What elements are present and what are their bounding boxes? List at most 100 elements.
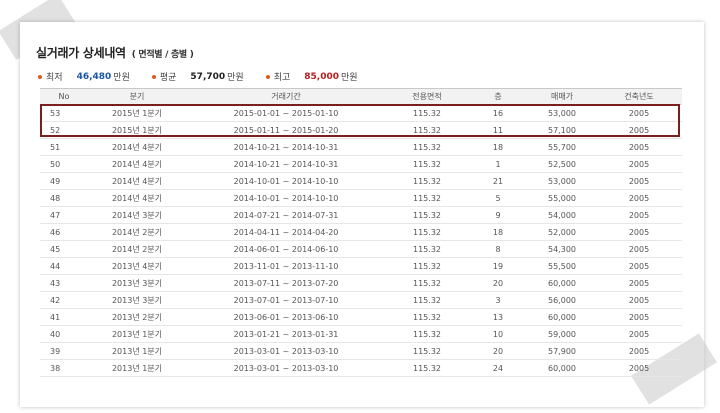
cell-price: 52,000	[528, 223, 596, 241]
cell-no: 46	[40, 223, 88, 241]
cell-area: 115.32	[386, 223, 468, 241]
cell-quarter: 2014년 2분기	[88, 240, 186, 258]
cell-period: 2013-06-01 ~ 2013-06-10	[186, 308, 386, 326]
table-row[interactable]: 48 2014년 4분기 2014-10-01 ~ 2014-10-10 115.32…	[40, 189, 682, 207]
cell-built-year: 2005	[596, 240, 682, 258]
cell-price: 55,000	[528, 189, 596, 207]
table-row[interactable]: 44 2013년 4분기 2013-11-01 ~ 2013-11-10 115.32…	[40, 257, 682, 275]
cell-price: 57,100	[528, 121, 596, 139]
cell-floor: 11	[468, 121, 528, 139]
cell-price: 60,000	[528, 308, 596, 326]
cell-no: 42	[40, 291, 88, 309]
table-row[interactable]: 46 2014년 2분기 2014-04-11 ~ 2014-04-20 115.32…	[40, 223, 682, 241]
cell-period: 2013-03-01 ~ 2013-03-10	[186, 359, 386, 377]
cell-built-year: 2005	[596, 104, 682, 122]
column-header-period[interactable]: 거래기간	[186, 88, 386, 105]
cell-no: 43	[40, 274, 88, 292]
stat-avg: 평균 57,700 만원	[151, 70, 244, 83]
column-header-quarter[interactable]: 분기	[88, 88, 186, 105]
cell-no: 40	[40, 325, 88, 343]
cell-area: 115.32	[386, 121, 468, 139]
cell-area: 115.32	[386, 206, 468, 224]
cell-period: 2014-10-21 ~ 2014-10-31	[186, 155, 386, 173]
cell-quarter: 2014년 4분기	[88, 172, 186, 190]
cell-floor: 16	[468, 104, 528, 122]
cell-area: 115.32	[386, 308, 468, 326]
column-header-no[interactable]: No	[40, 88, 88, 105]
cell-period: 2013-07-01 ~ 2013-07-10	[186, 291, 386, 309]
price-summary: 최저 46,480 만원 평균 57,700 만원 최고 85,000 만원	[38, 70, 380, 83]
column-header-area[interactable]: 전용면적	[386, 88, 468, 105]
cell-period: 2014-04-11 ~ 2014-04-20	[186, 223, 386, 241]
stat-min-value: 46,480	[76, 71, 112, 82]
table-row[interactable]: 42 2013년 3분기 2013-07-01 ~ 2013-07-10 115.32…	[40, 291, 682, 309]
cell-area: 115.32	[386, 257, 468, 275]
cell-floor: 18	[468, 223, 528, 241]
cell-quarter: 2013년 1분기	[88, 359, 186, 377]
cell-floor: 24	[468, 359, 528, 377]
table-row[interactable]: 41 2013년 2분기 2013-06-01 ~ 2013-06-10 115.32…	[40, 308, 682, 326]
column-header-built-year[interactable]: 건축년도	[596, 88, 682, 105]
cell-area: 115.32	[386, 104, 468, 122]
stat-avg-value: 57,700	[190, 71, 226, 82]
cell-period: 2014-10-01 ~ 2014-10-10	[186, 189, 386, 207]
cell-price: 60,000	[528, 274, 596, 292]
cell-built-year: 2005	[596, 291, 682, 309]
cell-price: 59,000	[528, 325, 596, 343]
cell-floor: 5	[468, 189, 528, 207]
cell-price: 55,700	[528, 138, 596, 156]
cell-price: 54,000	[528, 206, 596, 224]
cell-floor: 3	[468, 291, 528, 309]
table-row[interactable]: 52 2015년 1분기 2015-01-11 ~ 2015-01-20 115.32…	[40, 121, 682, 139]
table-row[interactable]: 47 2014년 3분기 2014-07-21 ~ 2014-07-31 115.32…	[40, 206, 682, 224]
cell-area: 115.32	[386, 172, 468, 190]
title-subtitle: ( 면적별 / 층별 )	[131, 50, 194, 60]
table-row[interactable]: 43 2013년 3분기 2013-07-11 ~ 2013-07-20 115.32…	[40, 274, 682, 292]
cell-built-year: 2005	[596, 274, 682, 292]
cell-quarter: 2015년 1분기	[88, 121, 186, 139]
column-header-floor[interactable]: 층	[468, 88, 528, 105]
cell-quarter: 2013년 2분기	[88, 308, 186, 326]
table-row[interactable]: 53 2015년 1분기 2015-01-01 ~ 2015-01-10 115.32…	[40, 104, 682, 122]
table-row[interactable]: 49 2014년 4분기 2014-10-01 ~ 2014-10-10 115.32…	[40, 172, 682, 190]
cell-no: 44	[40, 257, 88, 275]
cell-built-year: 2005	[596, 138, 682, 156]
cell-no: 47	[40, 206, 88, 224]
cell-period: 2013-07-11 ~ 2013-07-20	[186, 274, 386, 292]
cell-area: 115.32	[386, 342, 468, 360]
table-row[interactable]: 51 2014년 4분기 2014-10-21 ~ 2014-10-31 115.32…	[40, 138, 682, 156]
stat-avg-label: 평균	[159, 73, 177, 83]
cell-quarter: 2014년 2분기	[88, 223, 186, 241]
cell-floor: 1	[468, 155, 528, 173]
cell-price: 57,900	[528, 342, 596, 360]
cell-no: 53	[40, 104, 88, 122]
transaction-table: No 분기 거래기간 전용면적 층 매매가 건축년도 53 2015년 1분기 20…	[40, 88, 682, 377]
cell-floor: 9	[468, 206, 528, 224]
stat-max-value: 85,000	[304, 71, 340, 82]
stat-unit: 만원	[227, 73, 244, 83]
column-header-price[interactable]: 매매가	[528, 88, 596, 105]
bullet-icon	[38, 74, 42, 79]
cell-area: 115.32	[386, 155, 468, 173]
cell-no: 48	[40, 189, 88, 207]
cell-area: 115.32	[386, 138, 468, 156]
table-row[interactable]: 40 2013년 1분기 2013-01-21 ~ 2013-01-31 115.32…	[40, 325, 682, 343]
cell-area: 115.32	[386, 325, 468, 343]
bullet-icon	[151, 74, 156, 79]
cell-quarter: 2014년 4분기	[88, 138, 186, 156]
table-row[interactable]: 38 2013년 1분기 2013-03-01 ~ 2013-03-10 115.32…	[40, 359, 682, 377]
cell-period: 2014-07-21 ~ 2014-07-31	[186, 206, 386, 224]
cell-period: 2015-01-01 ~ 2015-01-10	[186, 104, 386, 122]
table-row[interactable]: 39 2013년 1분기 2013-03-01 ~ 2013-03-10 115.32…	[40, 342, 682, 360]
cell-floor: 10	[468, 325, 528, 343]
cell-floor: 13	[468, 308, 528, 326]
cell-no: 39	[40, 342, 88, 360]
cell-built-year: 2005	[596, 359, 682, 377]
stat-min-label: 최저	[46, 73, 63, 83]
table-row[interactable]: 50 2014년 4분기 2014-10-21 ~ 2014-10-31 115.32…	[40, 155, 682, 173]
cell-quarter: 2013년 4분기	[88, 257, 186, 275]
cell-built-year: 2005	[596, 342, 682, 360]
table-row[interactable]: 45 2014년 2분기 2014-06-01 ~ 2014-06-10 115.32…	[40, 240, 682, 258]
cell-floor: 20	[468, 342, 528, 360]
bullet-icon	[265, 74, 270, 79]
